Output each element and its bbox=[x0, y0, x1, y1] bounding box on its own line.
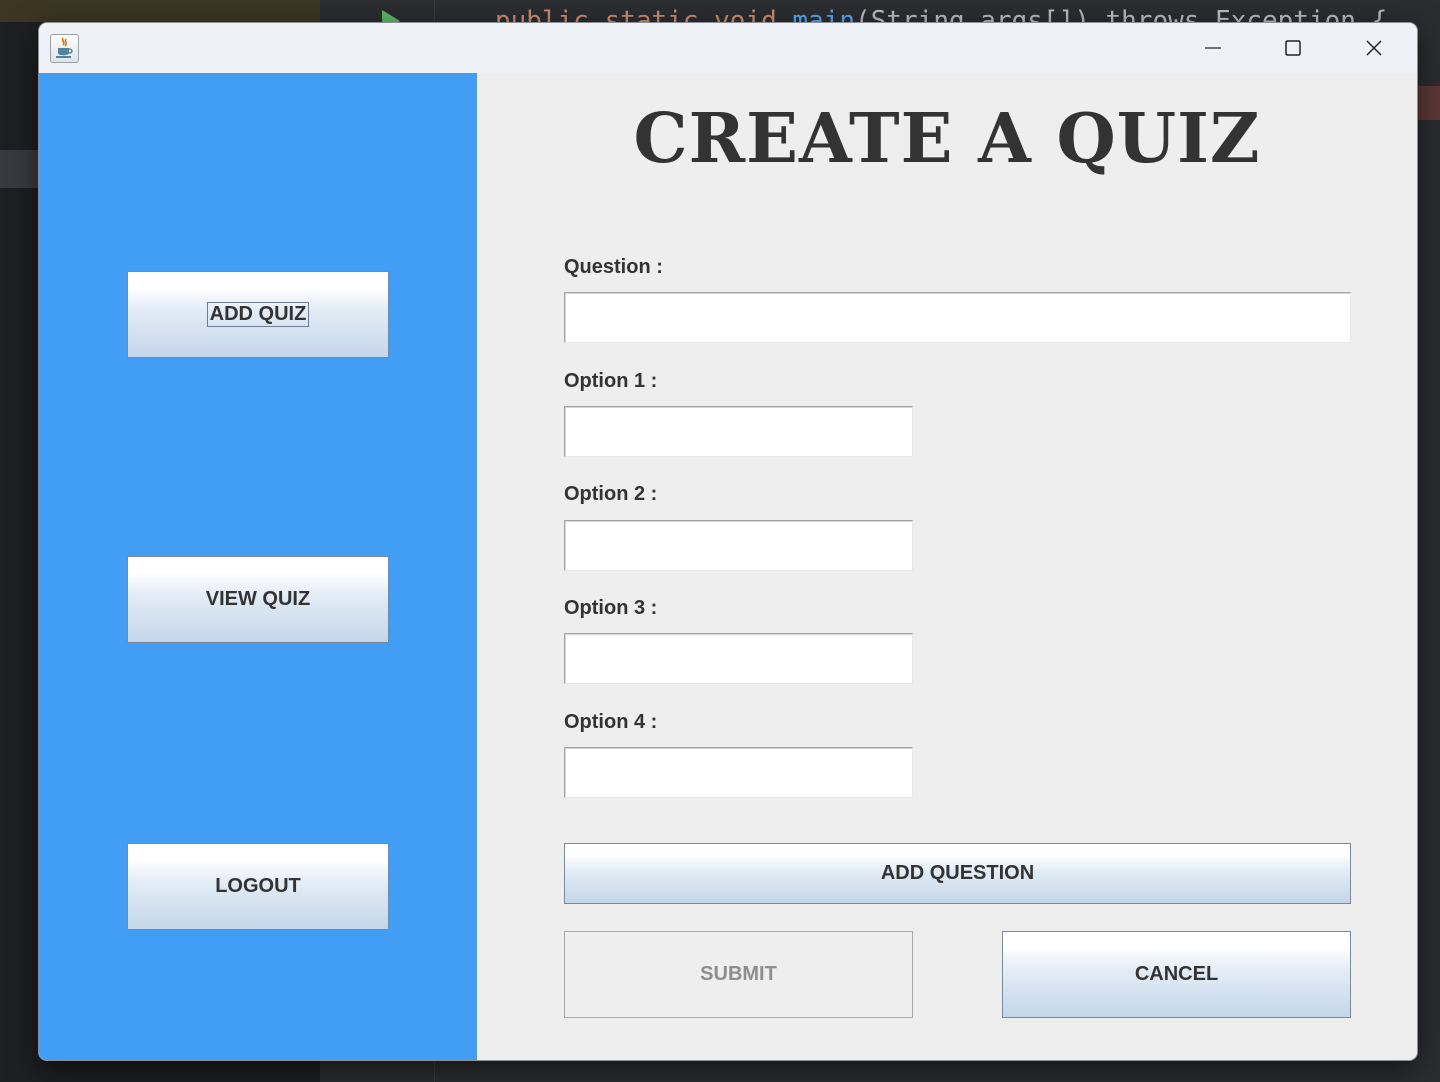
option3-input[interactable] bbox=[564, 633, 913, 684]
option1-input[interactable] bbox=[564, 406, 913, 457]
submit-label: SUBMIT bbox=[700, 963, 777, 985]
view-quiz-button[interactable]: VIEW QUIZ bbox=[127, 556, 389, 643]
option4-label: Option 4 : bbox=[564, 711, 658, 733]
cancel-button[interactable]: CANCEL bbox=[1002, 931, 1351, 1018]
create-quiz-panel: CREATE A QUIZ Question : Option 1 : Opti… bbox=[477, 73, 1417, 1060]
add-question-label: ADD QUESTION bbox=[880, 862, 1035, 884]
minimize-button[interactable] bbox=[1173, 23, 1253, 73]
logout-button[interactable]: LOGOUT bbox=[127, 843, 389, 930]
add-quiz-label: ADD QUIZ bbox=[206, 302, 310, 327]
maximize-icon bbox=[1285, 40, 1301, 56]
add-quiz-button[interactable]: ADD QUIZ bbox=[127, 271, 389, 358]
option1-label: Option 1 : bbox=[564, 370, 658, 392]
minimize-icon bbox=[1205, 47, 1221, 49]
close-icon bbox=[1366, 40, 1382, 56]
ide-selected-row bbox=[0, 150, 40, 188]
question-input[interactable] bbox=[564, 292, 1351, 343]
add-question-button[interactable]: ADD QUESTION bbox=[564, 843, 1351, 904]
ide-highlight-row bbox=[0, 0, 320, 22]
java-cup-icon[interactable] bbox=[50, 34, 79, 63]
quiz-app-window: ADD QUIZ VIEW QUIZ LOGOUT CREATE A QUIZ … bbox=[38, 22, 1418, 1061]
sidebar: ADD QUIZ VIEW QUIZ LOGOUT bbox=[39, 73, 477, 1060]
option4-input[interactable] bbox=[564, 747, 913, 798]
option2-label: Option 2 : bbox=[564, 483, 658, 505]
maximize-button[interactable] bbox=[1253, 23, 1333, 73]
question-label: Question : bbox=[564, 256, 663, 278]
page-title: CREATE A QUIZ bbox=[633, 99, 1261, 179]
title-bar[interactable] bbox=[39, 23, 1417, 73]
submit-button[interactable]: SUBMIT bbox=[564, 931, 913, 1018]
option2-input[interactable] bbox=[564, 520, 913, 571]
view-quiz-label: VIEW QUIZ bbox=[205, 588, 311, 610]
logout-label: LOGOUT bbox=[215, 875, 301, 897]
cancel-label: CANCEL bbox=[1134, 963, 1219, 985]
option3-label: Option 3 : bbox=[564, 597, 658, 619]
close-button[interactable] bbox=[1334, 23, 1414, 73]
